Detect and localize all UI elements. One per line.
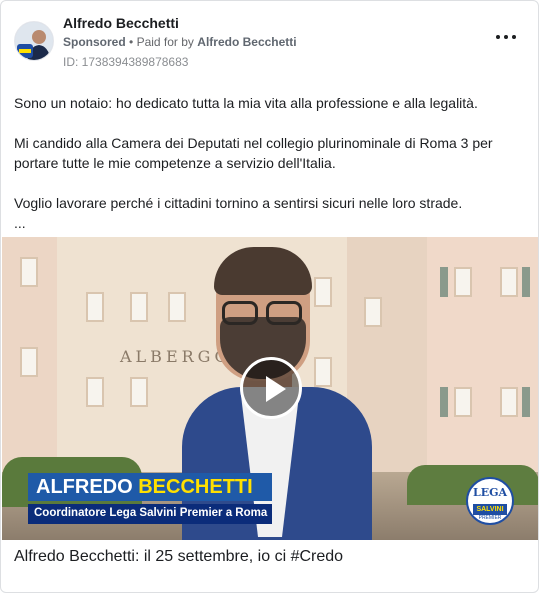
paid-by-name[interactable]: Alfredo Becchetti [197,35,296,49]
ad-card: Alfredo Becchetti Sponsored • Paid for b… [0,0,539,593]
body-ellipsis[interactable]: ... [14,213,26,233]
window [86,377,104,407]
banner-first-name: ALFREDO [36,476,133,498]
logo-lega-text: LEGA [472,486,508,499]
paid-for-label: Paid for by [136,35,194,49]
window [500,267,518,297]
subtitle-banner: Coordinatore Lega Salvini Premier a Roma [28,504,272,524]
banner-last-name: BECCHETTI [138,476,253,498]
lega-salvini-logo: LEGA SALVINI PREMIER [466,477,514,525]
window [20,257,38,287]
banner-subtitle: Coordinatore Lega Salvini Premier a Roma [34,507,268,519]
window [130,292,148,322]
window [314,357,332,387]
albergo-sign: ALBERGO [120,347,232,366]
shutter [440,387,448,417]
shutter [440,267,448,297]
logo-premier-text: PREMIER [478,515,502,521]
glasses [220,301,306,327]
shutter [522,387,530,417]
video-caption[interactable]: Alfredo Becchetti: il 25 settembre, io c… [14,548,343,566]
more-options-icon[interactable] [496,32,516,42]
meta-separator: • [129,35,134,49]
avatar-image [15,22,53,60]
body-paragraph-2: Mi candido alla Camera dei Deputati nel … [14,135,493,171]
window [454,267,472,297]
window [454,387,472,417]
page-name[interactable]: Alfredo Becchetti [63,15,179,31]
sponsored-meta: Sponsored • Paid for by Alfredo Becchett… [63,35,297,49]
body-paragraph-1: Sono un notaio: ho dedicato tutta la mia… [14,95,478,111]
window [86,292,104,322]
play-icon[interactable] [240,357,302,419]
window [314,277,332,307]
page-avatar[interactable] [14,21,54,61]
video-player[interactable]: ALBERGO ALFREDO BECCHETTI Coordinatore L… [2,237,538,540]
window [20,347,38,377]
window [364,297,382,327]
ad-id: ID: 1738394389878683 [63,55,189,69]
logo-salvini-text: SALVINI [473,504,507,515]
shutter [522,267,530,297]
window [168,292,186,322]
window [130,377,148,407]
name-banner: ALFREDO BECCHETTI [28,473,272,501]
window [500,387,518,417]
body-paragraph-3: Voglio lavorare perché i cittadini torni… [14,195,463,211]
sponsored-label: Sponsored [63,35,126,49]
